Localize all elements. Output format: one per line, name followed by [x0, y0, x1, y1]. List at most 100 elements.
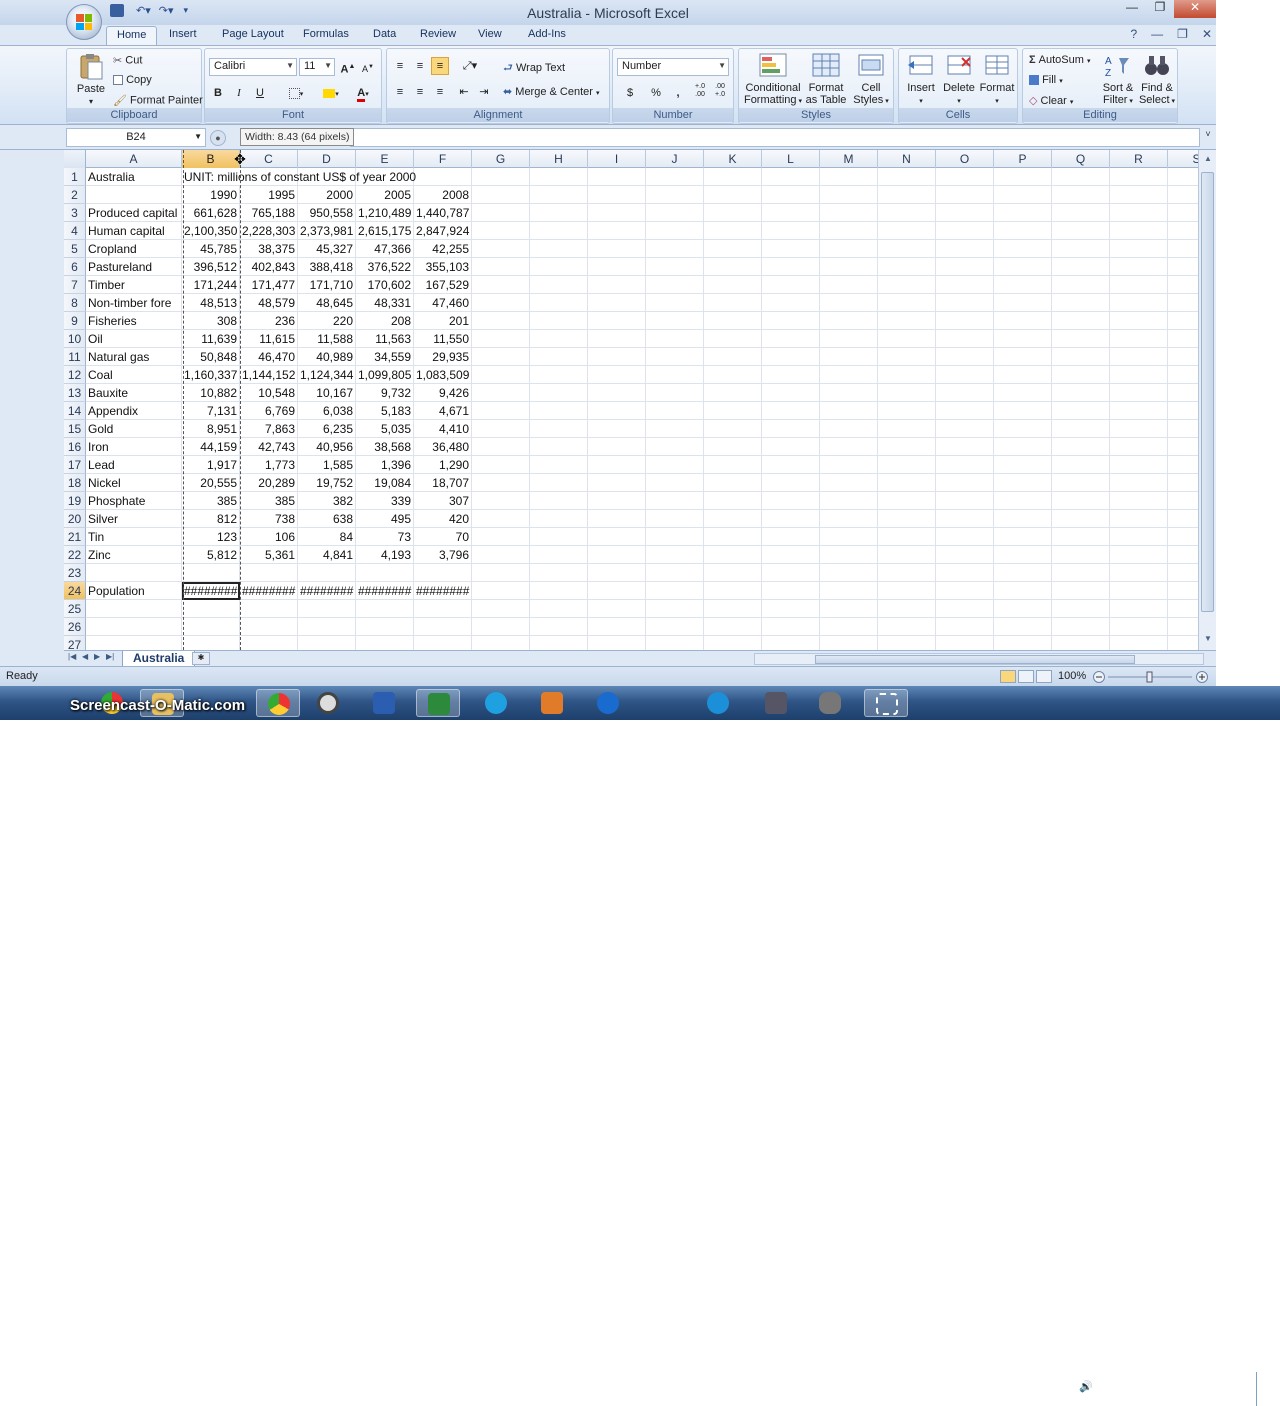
- cell-h24[interactable]: [530, 582, 588, 600]
- cell-a1[interactable]: Australia: [86, 168, 182, 186]
- cell-k5[interactable]: [704, 240, 762, 258]
- cell-s9[interactable]: [1168, 312, 1198, 330]
- vertical-scroll-thumb[interactable]: [1201, 172, 1214, 612]
- cell-b22[interactable]: 5,812: [182, 546, 240, 564]
- cell-h13[interactable]: [530, 384, 588, 402]
- cell-m20[interactable]: [820, 510, 878, 528]
- cell-s2[interactable]: [1168, 186, 1198, 204]
- cell-r3[interactable]: [1110, 204, 1168, 222]
- cell-r7[interactable]: [1110, 276, 1168, 294]
- cell-i19[interactable]: [588, 492, 646, 510]
- cell-n15[interactable]: [878, 420, 936, 438]
- cell-c26[interactable]: [240, 618, 298, 636]
- cell-l22[interactable]: [762, 546, 820, 564]
- cell-p21[interactable]: [994, 528, 1052, 546]
- cell-r2[interactable]: [1110, 186, 1168, 204]
- cell-g12[interactable]: [472, 366, 530, 384]
- cell-h4[interactable]: [530, 222, 588, 240]
- cell-i15[interactable]: [588, 420, 646, 438]
- expand-formula-bar-icon[interactable]: ˅: [1202, 129, 1214, 145]
- cell-d16[interactable]: 40,956: [298, 438, 356, 456]
- first-sheet-icon[interactable]: |◀: [68, 652, 76, 661]
- cell-k24[interactable]: [704, 582, 762, 600]
- cell-o2[interactable]: [936, 186, 994, 204]
- cell-n10[interactable]: [878, 330, 936, 348]
- cell-l1[interactable]: [762, 168, 820, 186]
- cell-k18[interactable]: [704, 474, 762, 492]
- cell-n1[interactable]: [878, 168, 936, 186]
- format-painter-button[interactable]: 🖌 Format Painter: [113, 94, 203, 107]
- cell-a16[interactable]: Iron: [86, 438, 182, 456]
- column-header-l[interactable]: L: [762, 150, 820, 168]
- taskbar-skype-icon[interactable]: [474, 689, 518, 717]
- prev-sheet-icon[interactable]: ◀: [82, 652, 88, 661]
- language-indicator[interactable]: ENG: [1104, 1380, 1128, 1393]
- vertical-scrollbar[interactable]: ▲ ▼: [1198, 150, 1216, 650]
- cell-i17[interactable]: [588, 456, 646, 474]
- cell-l20[interactable]: [762, 510, 820, 528]
- column-header-r[interactable]: R: [1110, 150, 1168, 168]
- column-header-m[interactable]: M: [820, 150, 878, 168]
- cell-g18[interactable]: [472, 474, 530, 492]
- cell-k8[interactable]: [704, 294, 762, 312]
- ribbon-restore-icon[interactable]: ❐: [1177, 27, 1188, 41]
- cell-g7[interactable]: [472, 276, 530, 294]
- cell-n17[interactable]: [878, 456, 936, 474]
- cell-f26[interactable]: [414, 618, 472, 636]
- cell-m18[interactable]: [820, 474, 878, 492]
- cell-s1[interactable]: [1168, 168, 1198, 186]
- cell-j27[interactable]: [646, 636, 704, 650]
- wrap-text-button[interactable]: ⮐ Wrap Text: [503, 59, 565, 78]
- cell-p14[interactable]: [994, 402, 1052, 420]
- cell-k7[interactable]: [704, 276, 762, 294]
- cell-r17[interactable]: [1110, 456, 1168, 474]
- cell-n13[interactable]: [878, 384, 936, 402]
- cell-m23[interactable]: [820, 564, 878, 582]
- cell-g16[interactable]: [472, 438, 530, 456]
- cell-c19[interactable]: 385: [240, 492, 298, 510]
- cell-f19[interactable]: 307: [414, 492, 472, 510]
- cell-o10[interactable]: [936, 330, 994, 348]
- cell-b24[interactable]: ########: [182, 582, 240, 600]
- cell-e7[interactable]: 170,602: [356, 276, 414, 294]
- cell-i7[interactable]: [588, 276, 646, 294]
- cell-q25[interactable]: [1052, 600, 1110, 618]
- cell-o21[interactable]: [936, 528, 994, 546]
- cell-k9[interactable]: [704, 312, 762, 330]
- page-layout-view-button[interactable]: [1018, 670, 1034, 683]
- tab-formulas[interactable]: Formulas: [303, 28, 349, 40]
- decrease-decimal-button[interactable]: .00 +.0: [711, 82, 729, 100]
- row-header[interactable]: 26: [64, 618, 86, 636]
- cell-i25[interactable]: [588, 600, 646, 618]
- cell-s13[interactable]: [1168, 384, 1198, 402]
- cell-q2[interactable]: [1052, 186, 1110, 204]
- column-header-s[interactable]: S: [1168, 150, 1198, 168]
- battery-icon[interactable]: ▭: [1058, 1380, 1068, 1393]
- name-box[interactable]: B24 ▼: [66, 128, 206, 147]
- cell-s24[interactable]: [1168, 582, 1198, 600]
- cell-b18[interactable]: 20,555: [182, 474, 240, 492]
- cell-c3[interactable]: 765,188: [240, 204, 298, 222]
- cell-f11[interactable]: 29,935: [414, 348, 472, 366]
- cell-b16[interactable]: 44,159: [182, 438, 240, 456]
- cell-q27[interactable]: [1052, 636, 1110, 650]
- cell-l6[interactable]: [762, 258, 820, 276]
- cell-q19[interactable]: [1052, 492, 1110, 510]
- cell-a13[interactable]: Bauxite: [86, 384, 182, 402]
- cell-k2[interactable]: [704, 186, 762, 204]
- cell-s15[interactable]: [1168, 420, 1198, 438]
- autosum-button[interactable]: Σ AutoSum ▾: [1029, 54, 1091, 66]
- cell-r18[interactable]: [1110, 474, 1168, 492]
- row-header[interactable]: 2: [64, 186, 86, 204]
- cell-g6[interactable]: [472, 258, 530, 276]
- row-header[interactable]: 25: [64, 600, 86, 618]
- cell-i1[interactable]: [588, 168, 646, 186]
- cell-n16[interactable]: [878, 438, 936, 456]
- row-header[interactable]: 1: [64, 168, 86, 186]
- cell-a11[interactable]: Natural gas: [86, 348, 182, 366]
- cell-o11[interactable]: [936, 348, 994, 366]
- cell-b12[interactable]: 1,160,337: [182, 366, 240, 384]
- cell-a24[interactable]: Population: [86, 582, 182, 600]
- cell-j15[interactable]: [646, 420, 704, 438]
- cell-s12[interactable]: [1168, 366, 1198, 384]
